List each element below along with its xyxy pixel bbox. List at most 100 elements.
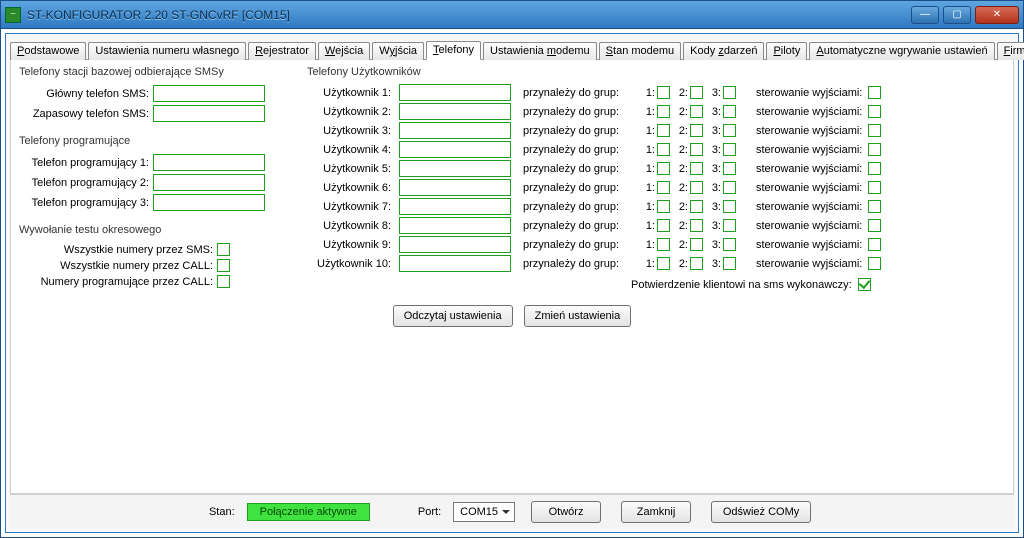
- user-belongs-label-5: przynależy do grup:: [517, 163, 637, 175]
- user2-control-checkbox[interactable]: [868, 105, 881, 118]
- user-input-3[interactable]: [399, 122, 511, 139]
- user1-group2-label: 2:: [676, 87, 688, 99]
- user7-group2-checkbox[interactable]: [690, 200, 703, 213]
- user1-group2-checkbox[interactable]: [690, 86, 703, 99]
- user1-group2: 2:: [676, 86, 703, 99]
- tab-wejścia[interactable]: Wejścia: [318, 42, 370, 60]
- tab-ustawienia-numeru-własnego[interactable]: Ustawienia numeru własnego: [88, 42, 246, 60]
- user9-group2-checkbox[interactable]: [690, 238, 703, 251]
- window-buttons: — ▢ ✕: [911, 6, 1019, 24]
- user10-group1-checkbox[interactable]: [657, 257, 670, 270]
- user8-group2-checkbox[interactable]: [690, 219, 703, 232]
- user10-group3-checkbox[interactable]: [723, 257, 736, 270]
- tab-piloty[interactable]: Piloty: [766, 42, 807, 60]
- tab-rejestrator[interactable]: Rejestrator: [248, 42, 316, 60]
- test-label-0: Wszystkie numery przez SMS:: [19, 244, 217, 256]
- user-input-9[interactable]: [399, 236, 511, 253]
- read-settings-button[interactable]: Odczytaj ustawienia: [393, 305, 513, 327]
- user4-control-checkbox[interactable]: [868, 143, 881, 156]
- refresh-com-button[interactable]: Odśwież COMy: [711, 501, 811, 523]
- user9-group1-checkbox[interactable]: [657, 238, 670, 251]
- sms-phone-input-0[interactable]: [153, 85, 265, 102]
- tab-kody-zdarzeń[interactable]: Kody zdarzeń: [683, 42, 764, 60]
- user8-group1-checkbox[interactable]: [657, 219, 670, 232]
- user4-group3-label: 3:: [709, 144, 721, 156]
- tab-firmware[interactable]: Firmware: [997, 42, 1024, 60]
- user6-control-checkbox[interactable]: [868, 181, 881, 194]
- user-input-5[interactable]: [399, 160, 511, 177]
- user-input-10[interactable]: [399, 255, 511, 272]
- tab-automatyczne-wgrywanie-ustawień[interactable]: Automatyczne wgrywanie ustawień: [809, 42, 994, 60]
- tab-stan-modemu[interactable]: Stan modemu: [599, 42, 682, 60]
- user4-group1: 1:: [643, 143, 670, 156]
- user10-group3: 3:: [709, 257, 736, 270]
- tab-ustawienia-modemu[interactable]: Ustawienia modemu: [483, 42, 597, 60]
- tab-telefony[interactable]: Telefony: [426, 41, 481, 60]
- test-checkbox-0[interactable]: [217, 243, 230, 256]
- close-port-button[interactable]: Zamknij: [621, 501, 691, 523]
- test-checkbox-1[interactable]: [217, 259, 230, 272]
- user1-group1: 1:: [643, 86, 670, 99]
- user1-group3-checkbox[interactable]: [723, 86, 736, 99]
- user-input-7[interactable]: [399, 198, 511, 215]
- user7-group1-checkbox[interactable]: [657, 200, 670, 213]
- user7-control-checkbox[interactable]: [868, 200, 881, 213]
- user4-group3-checkbox[interactable]: [723, 143, 736, 156]
- user4-group1-checkbox[interactable]: [657, 143, 670, 156]
- user4-group2-checkbox[interactable]: [690, 143, 703, 156]
- user10-control-checkbox[interactable]: [868, 257, 881, 270]
- port-select[interactable]: COM15: [453, 502, 515, 522]
- titlebar[interactable]: ~ ST-KONFIGURATOR 2.20 ST-GNCvRF [COM15]…: [1, 1, 1023, 29]
- user2-group1-checkbox[interactable]: [657, 105, 670, 118]
- user1-control-checkbox[interactable]: [868, 86, 881, 99]
- sms-phone-input-1[interactable]: [153, 105, 265, 122]
- user-input-4[interactable]: [399, 141, 511, 158]
- user3-group2-checkbox[interactable]: [690, 124, 703, 137]
- confirm-checkbox[interactable]: [858, 278, 871, 291]
- write-settings-button[interactable]: Zmień ustawienia: [524, 305, 632, 327]
- user6-group3-checkbox[interactable]: [723, 181, 736, 194]
- user6-control-label: sterowanie wyjściami:: [756, 182, 862, 194]
- user9-control-checkbox[interactable]: [868, 238, 881, 251]
- tab-wyjścia[interactable]: Wyjścia: [372, 42, 424, 60]
- group-periodic-test: Wywołanie testu okresowego Wszystkie num…: [19, 224, 289, 295]
- user2-group2-checkbox[interactable]: [690, 105, 703, 118]
- prog-phone-input-0[interactable]: [153, 154, 265, 171]
- window-title: ST-KONFIGURATOR 2.20 ST-GNCvRF [COM15]: [27, 8, 911, 22]
- user-input-6[interactable]: [399, 179, 511, 196]
- user-label-4: Użytkownik 4:: [307, 144, 393, 156]
- user3-group1-checkbox[interactable]: [657, 124, 670, 137]
- user-row-7: Użytkownik 7:przynależy do grup:1:2:3:st…: [307, 198, 1005, 215]
- user-input-8[interactable]: [399, 217, 511, 234]
- tab-podstawowe[interactable]: Podstawowe: [10, 42, 86, 60]
- minimize-button[interactable]: —: [911, 6, 939, 24]
- user-label-8: Użytkownik 8:: [307, 220, 393, 232]
- user3-control-checkbox[interactable]: [868, 124, 881, 137]
- open-port-button[interactable]: Otwórz: [531, 501, 601, 523]
- user-label-5: Użytkownik 5:: [307, 163, 393, 175]
- user1-group1-checkbox[interactable]: [657, 86, 670, 99]
- user5-group1-checkbox[interactable]: [657, 162, 670, 175]
- user7-group3-checkbox[interactable]: [723, 200, 736, 213]
- user8-group3-checkbox[interactable]: [723, 219, 736, 232]
- user-row-10: Użytkownik 10:przynależy do grup:1:2:3:s…: [307, 255, 1005, 272]
- user2-group3-checkbox[interactable]: [723, 105, 736, 118]
- user10-group2-checkbox[interactable]: [690, 257, 703, 270]
- test-checkbox-2[interactable]: [217, 275, 230, 288]
- left-column: Telefony stacji bazowej odbierające SMSy…: [19, 66, 289, 301]
- prog-phone-input-2[interactable]: [153, 194, 265, 211]
- prog-phone-input-1[interactable]: [153, 174, 265, 191]
- maximize-button[interactable]: ▢: [943, 6, 971, 24]
- user-input-2[interactable]: [399, 103, 511, 120]
- user8-control-checkbox[interactable]: [868, 219, 881, 232]
- user5-control-checkbox[interactable]: [868, 162, 881, 175]
- close-button[interactable]: ✕: [975, 6, 1019, 24]
- user5-group2-checkbox[interactable]: [690, 162, 703, 175]
- user6-group2-checkbox[interactable]: [690, 181, 703, 194]
- user9-group3-checkbox[interactable]: [723, 238, 736, 251]
- user-input-1[interactable]: [399, 84, 511, 101]
- user3-group3-checkbox[interactable]: [723, 124, 736, 137]
- user6-group1-checkbox[interactable]: [657, 181, 670, 194]
- user10-group3-label: 3:: [709, 258, 721, 270]
- user5-group3-checkbox[interactable]: [723, 162, 736, 175]
